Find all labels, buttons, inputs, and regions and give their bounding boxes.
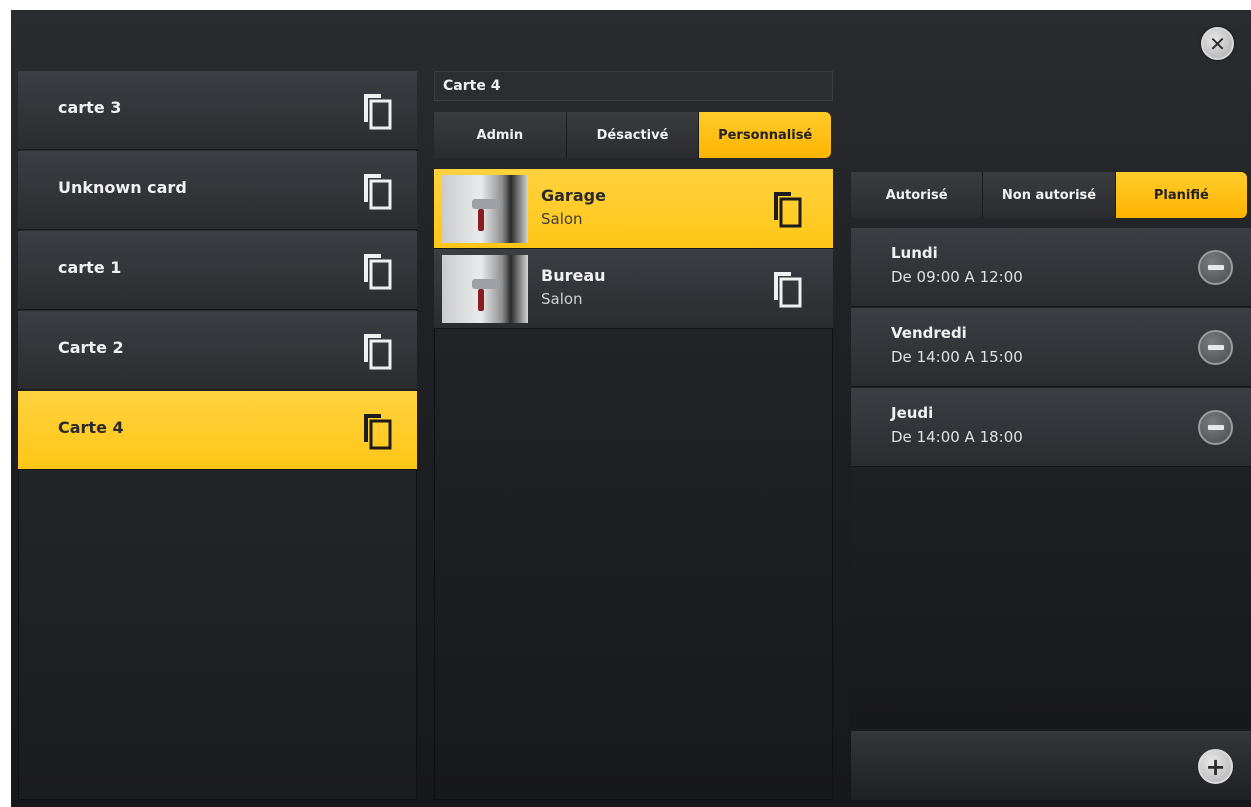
tab-personnalise[interactable]: Personnalisé bbox=[699, 112, 832, 158]
card-item[interactable]: carte 3 bbox=[18, 71, 417, 150]
tab-autorise[interactable]: Autorisé bbox=[851, 172, 984, 218]
schedule-time: De 09:00 A 12:00 bbox=[891, 268, 1023, 286]
tab-admin[interactable]: Admin bbox=[434, 112, 567, 158]
door-thumbnail bbox=[442, 255, 528, 323]
card-label: Carte 4 bbox=[58, 418, 124, 437]
card-item[interactable]: carte 1 bbox=[18, 231, 417, 310]
card-name-field[interactable]: Carte 4 bbox=[434, 71, 833, 101]
card-list: carte 3 Unknown card carte 1 Carte 2 Car… bbox=[18, 71, 417, 800]
tab-desactive[interactable]: Désactivé bbox=[566, 112, 700, 158]
remove-icon[interactable] bbox=[1198, 410, 1233, 445]
card-label: Unknown card bbox=[58, 178, 187, 197]
copy-icon[interactable] bbox=[361, 252, 393, 290]
door-list: Garage Salon Bureau Salon bbox=[434, 169, 833, 800]
schedule-time: De 14:00 A 18:00 bbox=[891, 428, 1023, 446]
door-name: Bureau bbox=[541, 266, 606, 285]
remove-icon[interactable] bbox=[1198, 250, 1233, 285]
card-item[interactable]: Carte 2 bbox=[18, 311, 417, 390]
copy-icon[interactable] bbox=[361, 332, 393, 370]
add-schedule-bar bbox=[851, 731, 1251, 800]
schedule-item[interactable]: Lundi De 09:00 A 12:00 bbox=[851, 228, 1251, 307]
copy-icon[interactable] bbox=[361, 172, 393, 210]
schedule-day: Jeudi bbox=[891, 404, 934, 422]
card-item-selected[interactable]: Carte 4 bbox=[18, 391, 417, 470]
tab-non-autorise[interactable]: Non autorisé bbox=[983, 172, 1116, 218]
tab-planifie[interactable]: Planifié bbox=[1115, 172, 1247, 218]
copy-icon[interactable] bbox=[771, 270, 803, 308]
remove-icon[interactable] bbox=[1198, 330, 1233, 365]
schedule-time: De 14:00 A 15:00 bbox=[891, 348, 1023, 366]
schedule-item[interactable]: Vendredi De 14:00 A 15:00 bbox=[851, 308, 1251, 387]
copy-icon[interactable] bbox=[361, 412, 393, 450]
copy-icon[interactable] bbox=[361, 92, 393, 130]
mode-tabs: Admin Désactivé Personnalisé bbox=[434, 112, 832, 158]
door-name: Garage bbox=[541, 186, 606, 205]
card-item[interactable]: Unknown card bbox=[18, 151, 417, 230]
add-icon[interactable]: + bbox=[1198, 749, 1233, 784]
close-icon[interactable]: ✕ bbox=[1201, 27, 1234, 60]
door-item-selected[interactable]: Garage Salon bbox=[434, 169, 833, 249]
copy-icon[interactable] bbox=[771, 190, 803, 228]
door-item[interactable]: Bureau Salon bbox=[434, 249, 833, 329]
schedule-list: Lundi De 09:00 A 12:00 Vendredi De 14:00… bbox=[851, 228, 1251, 728]
access-tabs: Autorisé Non autorisé Planifié bbox=[851, 172, 1247, 218]
door-room: Salon bbox=[541, 210, 583, 228]
card-label: carte 3 bbox=[58, 98, 122, 117]
card-label: Carte 2 bbox=[58, 338, 124, 357]
door-thumbnail bbox=[442, 175, 528, 243]
schedule-day: Lundi bbox=[891, 244, 938, 262]
card-label: carte 1 bbox=[58, 258, 122, 277]
door-room: Salon bbox=[541, 290, 583, 308]
schedule-item[interactable]: Jeudi De 14:00 A 18:00 bbox=[851, 388, 1251, 467]
schedule-day: Vendredi bbox=[891, 324, 967, 342]
